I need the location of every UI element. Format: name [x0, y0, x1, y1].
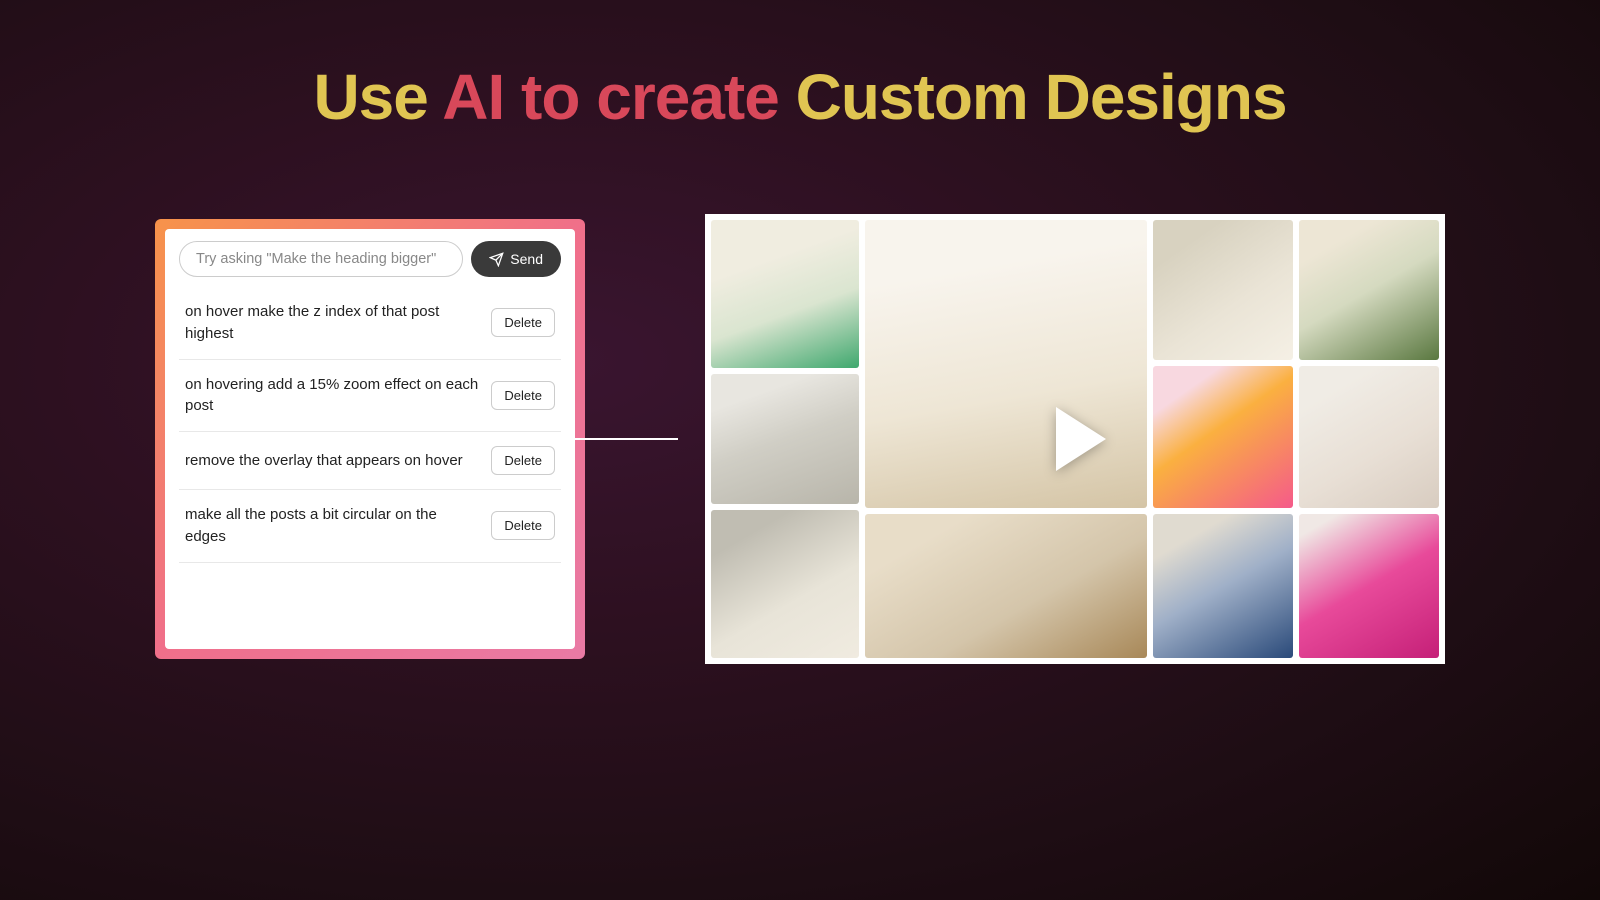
title-part-2: AI to create: [442, 61, 795, 133]
delete-button[interactable]: Delete: [491, 511, 555, 540]
gallery-tile[interactable]: [711, 510, 859, 658]
connector-line: [556, 438, 678, 440]
chat-inner: Try asking "Make the heading bigger" Sen…: [165, 229, 575, 649]
slide-title: Use AI to create Custom Designs: [0, 0, 1600, 134]
gallery-tile[interactable]: [1299, 220, 1439, 360]
input-row: Try asking "Make the heading bigger" Sen…: [179, 241, 561, 277]
delete-button[interactable]: Delete: [491, 381, 555, 410]
gallery-tile[interactable]: [1299, 366, 1439, 508]
gallery-tile[interactable]: [865, 514, 1147, 658]
send-icon: [489, 252, 504, 267]
gallery-tile[interactable]: [865, 220, 1147, 508]
prompt-text: remove the overlay that appears on hover: [185, 450, 463, 472]
gallery-tile[interactable]: [1153, 366, 1293, 508]
gallery-tile[interactable]: [1153, 220, 1293, 360]
delete-button[interactable]: Delete: [491, 308, 555, 337]
title-part-3: Custom Designs: [796, 61, 1287, 133]
prompt-text: on hover make the z index of that post h…: [185, 301, 479, 345]
image-gallery[interactable]: [705, 214, 1445, 664]
prompt-item: remove the overlay that appears on hover…: [179, 432, 561, 490]
gallery-tile[interactable]: [711, 374, 859, 504]
ai-chat-panel: Try asking "Make the heading bigger" Sen…: [155, 219, 585, 659]
send-button[interactable]: Send: [471, 241, 561, 277]
gallery-tile[interactable]: [1299, 514, 1439, 658]
delete-button[interactable]: Delete: [491, 446, 555, 475]
title-part-1: Use: [313, 61, 442, 133]
prompt-text: on hovering add a 15% zoom effect on eac…: [185, 374, 479, 418]
gallery-tile[interactable]: [711, 220, 859, 368]
gallery-grid: [711, 220, 1439, 658]
content-row: Try asking "Make the heading bigger" Sen…: [0, 214, 1600, 664]
gallery-tile[interactable]: [1153, 514, 1293, 658]
send-label: Send: [510, 251, 543, 267]
prompt-input[interactable]: Try asking "Make the heading bigger": [179, 241, 463, 277]
prompt-item: on hover make the z index of that post h…: [179, 287, 561, 360]
prompt-item: on hovering add a 15% zoom effect on eac…: [179, 360, 561, 433]
prompt-item: make all the posts a bit circular on the…: [179, 490, 561, 563]
prompt-list: on hover make the z index of that post h…: [179, 287, 561, 637]
prompt-text: make all the posts a bit circular on the…: [185, 504, 479, 548]
